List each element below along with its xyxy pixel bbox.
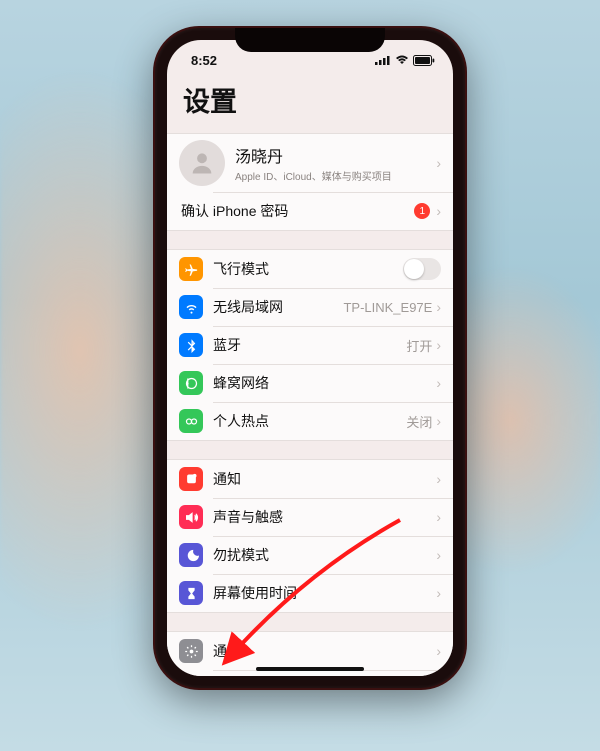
sounds-label: 声音与触感 xyxy=(213,507,436,527)
screentime-label: 屏幕使用时间 xyxy=(213,583,436,603)
screentime-row[interactable]: 屏幕使用时间 › xyxy=(167,574,453,612)
profile-group: 汤晓丹 Apple ID、iCloud、媒体与购买项目 › 确认 iPhone … xyxy=(167,133,453,231)
notch xyxy=(235,28,385,52)
cellular-icon xyxy=(179,371,203,395)
chevron-right-icon: › xyxy=(436,337,441,353)
avatar xyxy=(179,140,225,186)
chevron-right-icon: › xyxy=(436,203,441,219)
alerts-group: 通知 › 声音与触感 › 勿扰模式 › 屏幕使用时间 › xyxy=(167,459,453,613)
chevron-right-icon: › xyxy=(436,585,441,601)
dnd-label: 勿扰模式 xyxy=(213,545,436,565)
notifications-icon xyxy=(179,467,203,491)
wifi-icon xyxy=(395,55,409,65)
profile-subtitle: Apple ID、iCloud、媒体与购买项目 xyxy=(235,168,436,183)
bluetooth-row[interactable]: 蓝牙 打开 › xyxy=(167,326,453,364)
battery-icon xyxy=(413,55,435,66)
chevron-right-icon: › xyxy=(436,299,441,315)
airplane-toggle[interactable] xyxy=(403,258,441,280)
home-indicator[interactable] xyxy=(256,667,364,671)
notifications-label: 通知 xyxy=(213,469,436,489)
page-title: 设置 xyxy=(167,74,453,133)
profile-name: 汤晓丹 xyxy=(235,143,436,167)
general-row[interactable]: 通用 › xyxy=(167,632,453,670)
general-label: 通用 xyxy=(213,641,436,661)
hotspot-label: 个人热点 xyxy=(213,411,406,431)
phone-frame: 8:52 设置 汤晓丹 Apple ID、iCloud、媒体与购买项目 xyxy=(155,28,465,688)
bluetooth-icon xyxy=(179,333,203,357)
status-indicators xyxy=(375,55,435,66)
hotspot-icon xyxy=(179,409,203,433)
airplane-icon xyxy=(179,257,203,281)
confirm-password-row[interactable]: 确认 iPhone 密码 1 › xyxy=(167,192,453,230)
chevron-right-icon: › xyxy=(436,547,441,563)
chevron-right-icon: › xyxy=(436,471,441,487)
profile-row[interactable]: 汤晓丹 Apple ID、iCloud、媒体与购买项目 › xyxy=(167,134,453,192)
chevron-right-icon: › xyxy=(436,643,441,659)
cellular-row[interactable]: 蜂窝网络 › xyxy=(167,364,453,402)
status-time: 8:52 xyxy=(191,53,217,68)
hotspot-row[interactable]: 个人热点 关闭 › xyxy=(167,402,453,440)
airplane-label: 飞行模式 xyxy=(213,259,403,279)
wifi-icon xyxy=(179,295,203,319)
chevron-right-icon: › xyxy=(436,375,441,391)
sounds-row[interactable]: 声音与触感 › xyxy=(167,498,453,536)
airplane-mode-row[interactable]: 飞行模式 xyxy=(167,250,453,288)
confirm-label: 确认 iPhone 密码 xyxy=(181,201,414,221)
screen: 8:52 设置 汤晓丹 Apple ID、iCloud、媒体与购买项目 xyxy=(167,40,453,676)
wifi-value: TP-LINK_E97E xyxy=(343,300,432,315)
chevron-right-icon: › xyxy=(436,155,441,171)
general-icon xyxy=(179,639,203,663)
network-group: 飞行模式 无线局域网 TP-LINK_E97E › 蓝牙 打开 › xyxy=(167,249,453,441)
cellular-label: 蜂窝网络 xyxy=(213,373,436,393)
badge: 1 xyxy=(414,203,430,219)
sounds-icon xyxy=(179,505,203,529)
wifi-label: 无线局域网 xyxy=(213,297,343,317)
bluetooth-value: 打开 xyxy=(406,336,432,355)
wifi-row[interactable]: 无线局域网 TP-LINK_E97E › xyxy=(167,288,453,326)
screentime-icon xyxy=(179,581,203,605)
signal-icon xyxy=(375,55,391,65)
hotspot-value: 关闭 xyxy=(406,412,432,431)
notifications-row[interactable]: 通知 › xyxy=(167,460,453,498)
bluetooth-label: 蓝牙 xyxy=(213,335,406,355)
chevron-right-icon: › xyxy=(436,509,441,525)
dnd-row[interactable]: 勿扰模式 › xyxy=(167,536,453,574)
chevron-right-icon: › xyxy=(436,413,441,429)
dnd-icon xyxy=(179,543,203,567)
